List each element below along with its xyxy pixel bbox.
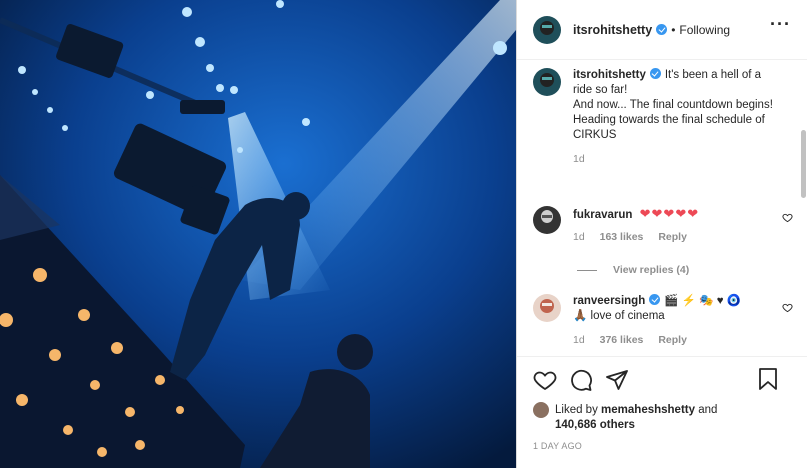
comment-text: fukravarun ❤❤❤❤❤ xyxy=(573,206,793,223)
caption: itsrohitshetty It's been a hell of a ride… xyxy=(533,68,793,165)
author-username[interactable]: itsrohitshetty xyxy=(573,23,652,37)
comment-avatar[interactable] xyxy=(533,206,561,234)
post-image xyxy=(0,0,516,468)
comments-scrollbar[interactable] xyxy=(801,130,806,198)
like-comment-heart-icon[interactable] xyxy=(782,212,793,223)
caption-age[interactable]: 1d xyxy=(573,153,585,165)
post-actions: Liked by memaheshshetty and 140,686 othe… xyxy=(517,356,807,451)
replies-divider xyxy=(577,269,597,271)
liked-by-summary: Liked by memaheshshetty and 140,686 othe… xyxy=(533,402,791,433)
more-horizontal-icon[interactable]: ··· xyxy=(770,14,791,35)
view-replies-label[interactable]: View replies (4) xyxy=(613,264,689,276)
comment-likes[interactable]: 376 likes xyxy=(600,334,644,346)
comment-age[interactable]: 1d xyxy=(573,231,585,243)
comment-age[interactable]: 1d xyxy=(573,334,585,346)
separator-dot: • xyxy=(671,22,676,37)
liked-by-user[interactable]: memaheshshetty xyxy=(601,404,695,416)
verified-badge-icon xyxy=(656,24,668,35)
post-timestamp[interactable]: 1 DAY AGO xyxy=(533,441,791,451)
comments-section[interactable]: itsrohitshetty It's been a hell of a ride… xyxy=(517,60,807,356)
comment-likes[interactable]: 163 likes xyxy=(600,231,644,243)
verified-badge-icon xyxy=(649,294,661,305)
liked-by-avatar[interactable] xyxy=(533,402,549,418)
action-icons xyxy=(533,367,791,393)
comment-meta: 1d 376 likes Reply xyxy=(573,334,793,346)
post-header: itsrohitshetty • Following ··· xyxy=(517,0,807,60)
comment-bubble-icon[interactable] xyxy=(569,368,593,392)
caption-username[interactable]: itsrohitshetty xyxy=(573,69,646,81)
comment-body-line-2: 🙏🏾 love of cinema xyxy=(573,310,665,322)
liked-by-and: and xyxy=(698,404,718,416)
save-bookmark-icon[interactable] xyxy=(757,367,779,391)
comment-text: ranveersingh 🎬 ⚡ 🎭 ♥ 🧿 🙏🏾 love of cinema xyxy=(573,294,773,324)
caption-avatar[interactable] xyxy=(533,68,561,96)
liked-by-label: Liked by xyxy=(555,404,598,416)
comment-avatar[interactable] xyxy=(533,294,561,322)
caption-meta: 1d xyxy=(573,153,773,165)
comment-username[interactable]: ranveersingh xyxy=(573,295,645,307)
reply-button[interactable]: Reply xyxy=(658,334,687,346)
comment-item: ranveersingh 🎬 ⚡ 🎭 ♥ 🧿 🙏🏾 love of cinema … xyxy=(533,294,793,346)
following-button[interactable]: Following xyxy=(679,23,730,37)
caption-line-2: And now... The final countdown begins! xyxy=(573,99,773,111)
likes-count[interactable]: 140,686 others xyxy=(555,419,635,431)
caption-line-3: Heading towards the final schedule of CI… xyxy=(573,114,765,141)
comment-username[interactable]: fukravarun xyxy=(573,209,632,221)
view-replies-button[interactable]: View replies (4) xyxy=(577,264,689,276)
comment-item: fukravarun ❤❤❤❤❤ 1d 163 likes Reply xyxy=(533,206,793,243)
post-photo[interactable] xyxy=(0,0,516,468)
caption-text: itsrohitshetty It's been a hell of a ride… xyxy=(573,68,773,143)
comment-meta: 1d 163 likes Reply xyxy=(573,231,793,243)
like-heart-icon[interactable] xyxy=(533,368,557,392)
comment-body: ❤❤❤❤❤ xyxy=(639,206,700,221)
reply-button[interactable]: Reply xyxy=(658,231,687,243)
like-comment-heart-icon[interactable] xyxy=(782,302,793,313)
author-avatar[interactable] xyxy=(533,15,561,44)
comment-body-line-1: 🎬 ⚡ 🎭 ♥ 🧿 xyxy=(664,295,742,307)
post-side-panel: itsrohitshetty • Following ··· itsrohits… xyxy=(516,0,807,468)
share-paper-plane-icon[interactable] xyxy=(605,368,629,392)
verified-badge-icon xyxy=(649,68,661,79)
